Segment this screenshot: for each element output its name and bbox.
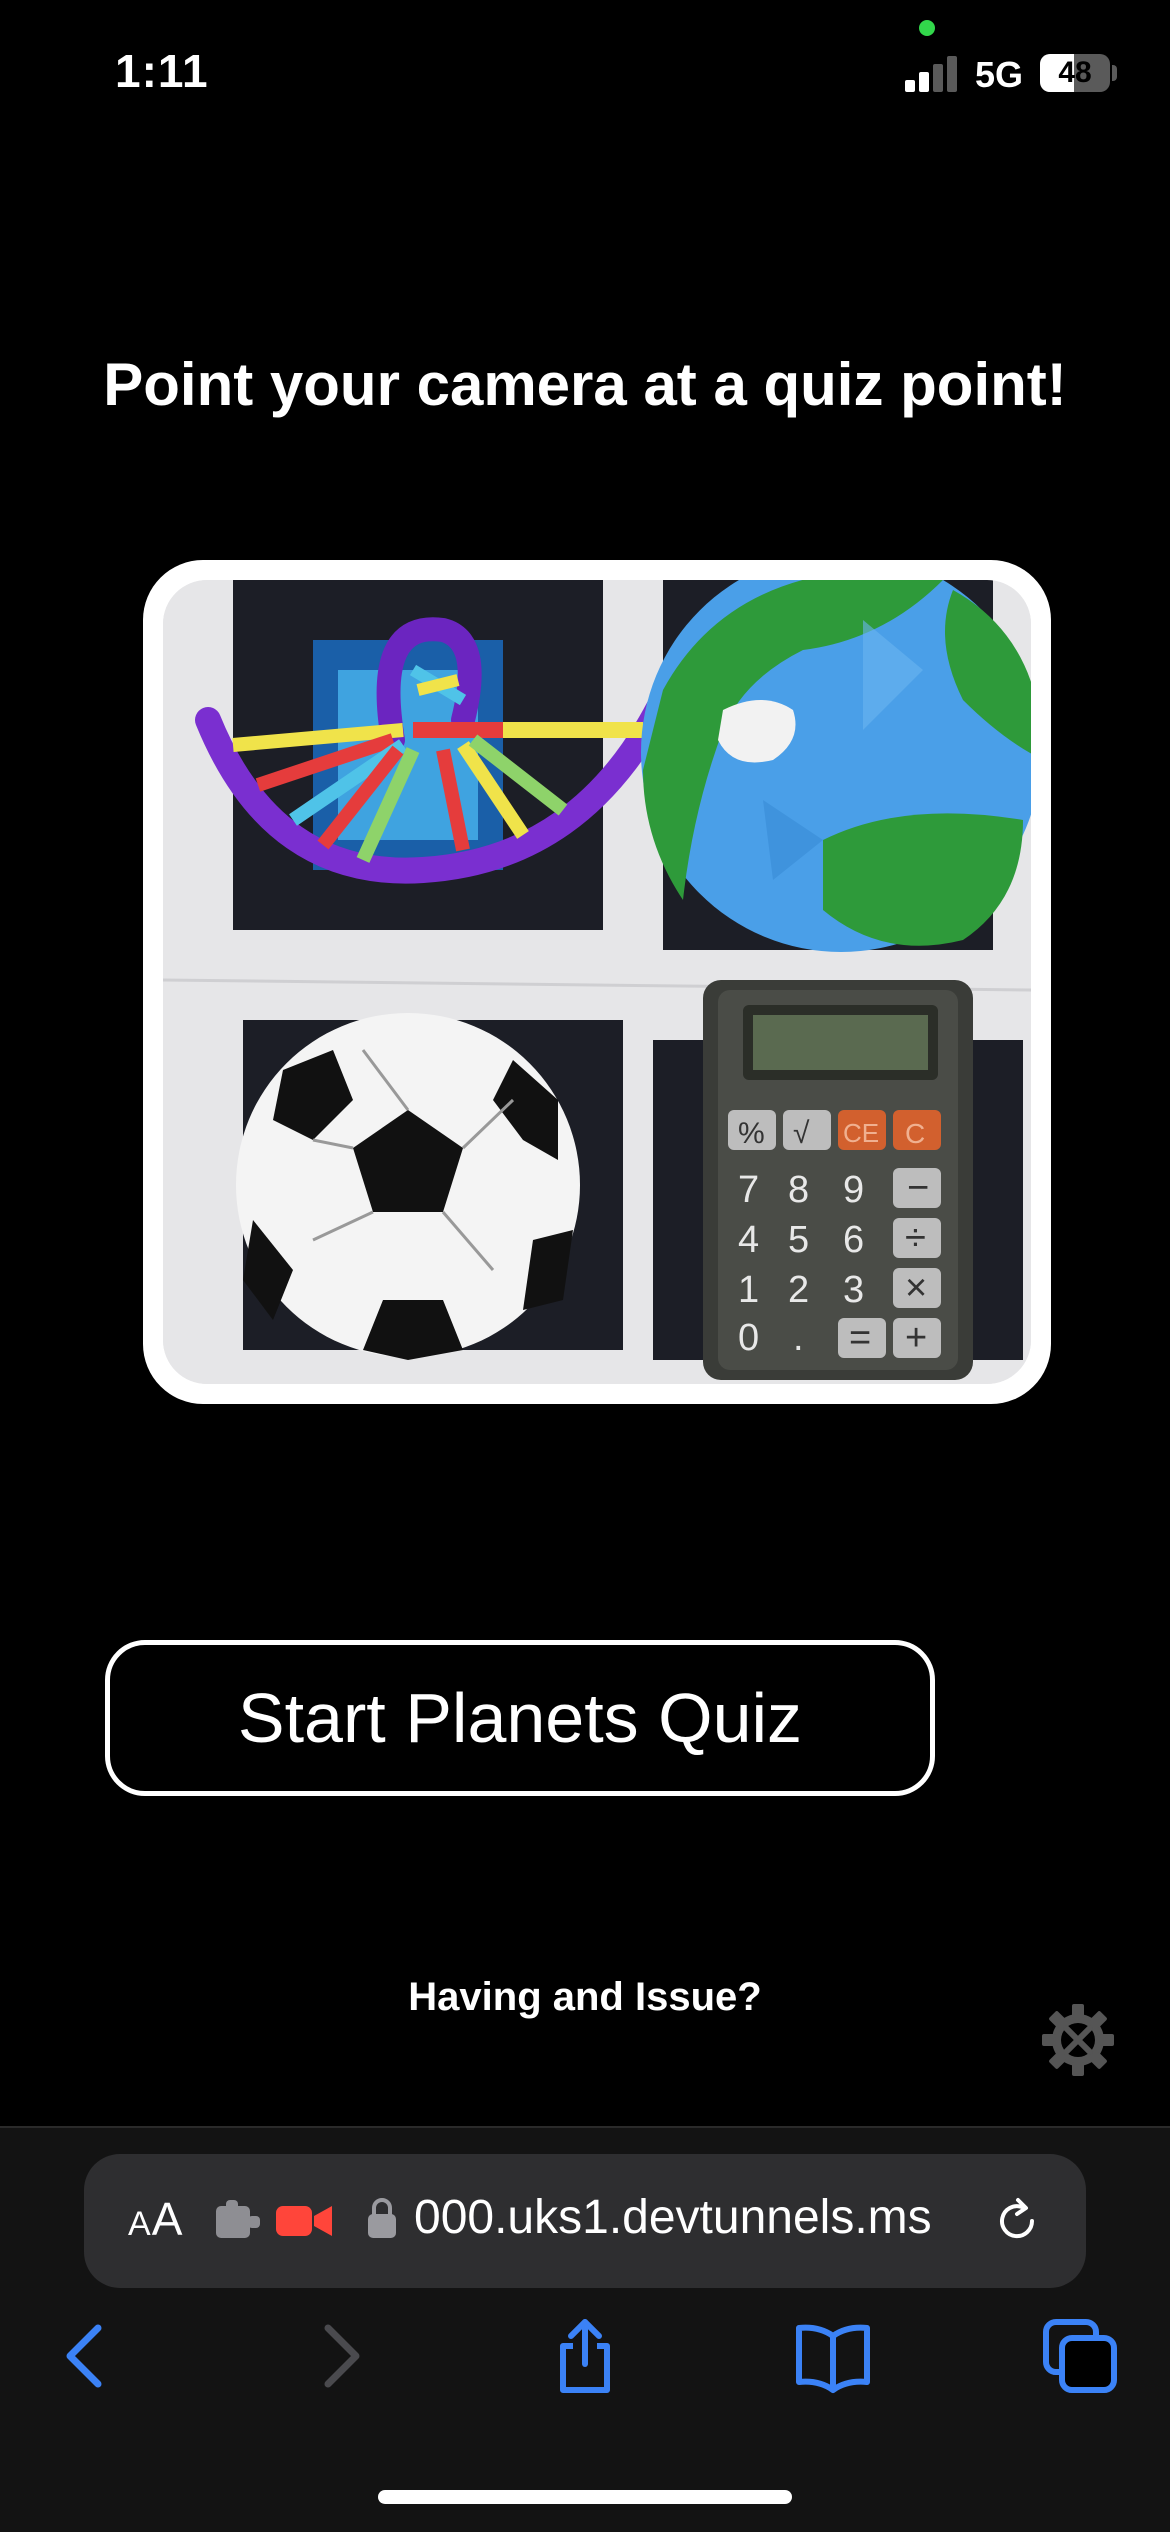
report-issue-link[interactable]: Having and Issue? [0, 1975, 1170, 2020]
svg-text:.: . [793, 1317, 804, 1359]
quiz-point-image: % √ CE C 789 − 456 ÷ 123 × 0 . = + [163, 580, 1031, 1384]
battery-cap [1112, 65, 1117, 81]
calculator-model: % √ CE C 789 − 456 ÷ 123 × 0 . = + [703, 980, 973, 1380]
svg-text:4: 4 [738, 1219, 759, 1261]
tabs-overview-icon[interactable] [1040, 2316, 1120, 2396]
svg-text:0: 0 [738, 1317, 759, 1359]
svg-text:CE: CE [843, 1118, 879, 1148]
svg-text:=: = [849, 1317, 871, 1359]
svg-text:1: 1 [738, 1269, 759, 1311]
signal-bar [905, 80, 915, 92]
reload-icon[interactable] [992, 2196, 1042, 2246]
start-quiz-button[interactable]: Start Planets Quiz [105, 1640, 935, 1796]
camera-in-use-dot [919, 20, 935, 36]
bookmarks-book-icon[interactable] [793, 2316, 873, 2396]
svg-text:2: 2 [788, 1269, 809, 1311]
svg-text:+: + [905, 1317, 927, 1359]
quiz-point-illustration: % √ CE C 789 − 456 ÷ 123 × 0 . = + [143, 560, 1051, 1404]
svg-text:×: × [905, 1267, 927, 1309]
home-indicator [378, 2490, 792, 2504]
status-time: 1:11 [115, 45, 209, 97]
signal-bar [933, 64, 943, 92]
share-icon[interactable] [545, 2316, 625, 2396]
text-size-small: A [128, 2205, 152, 2243]
svg-text:8: 8 [788, 1169, 809, 1211]
cellular-signal-icon [905, 56, 957, 92]
signal-bar [947, 56, 957, 92]
svg-text:√: √ [793, 1117, 810, 1150]
svg-text:%: % [738, 1117, 765, 1150]
svg-text:7: 7 [738, 1169, 759, 1211]
forward-arrow-icon[interactable] [298, 2316, 378, 2396]
address-bar[interactable]: AA 000.uks1.devtunnels.ms [84, 2154, 1086, 2288]
back-arrow-icon[interactable] [48, 2316, 128, 2396]
signal-bar [919, 72, 929, 92]
network-type: 5G [975, 54, 1024, 95]
lock-icon [368, 2198, 396, 2238]
url-text: 000.uks1.devtunnels.ms [414, 2191, 932, 2244]
svg-text:9: 9 [843, 1169, 864, 1211]
page-heading: Point your camera at a quiz point! [103, 351, 1067, 418]
camera-recording-icon[interactable] [276, 2202, 332, 2240]
svg-text:−: − [907, 1167, 929, 1209]
text-size-button[interactable]: AA [128, 2192, 183, 2246]
text-size-large: A [151, 2193, 184, 2245]
extension-icon[interactable] [212, 2198, 262, 2244]
status-bar: 1:11 5G 48 [0, 0, 1170, 150]
svg-text:5: 5 [788, 1219, 809, 1261]
svg-text:÷: ÷ [905, 1217, 926, 1259]
settings-icon[interactable] [1038, 2000, 1118, 2080]
screen: 1:11 5G 48 Point your camera at a quiz p… [0, 0, 1170, 2532]
svg-text:C: C [905, 1118, 925, 1149]
battery-icon: 48 [1040, 54, 1110, 92]
svg-text:6: 6 [843, 1219, 864, 1261]
svg-text:3: 3 [843, 1269, 864, 1311]
battery-level: 48 [1058, 56, 1092, 89]
